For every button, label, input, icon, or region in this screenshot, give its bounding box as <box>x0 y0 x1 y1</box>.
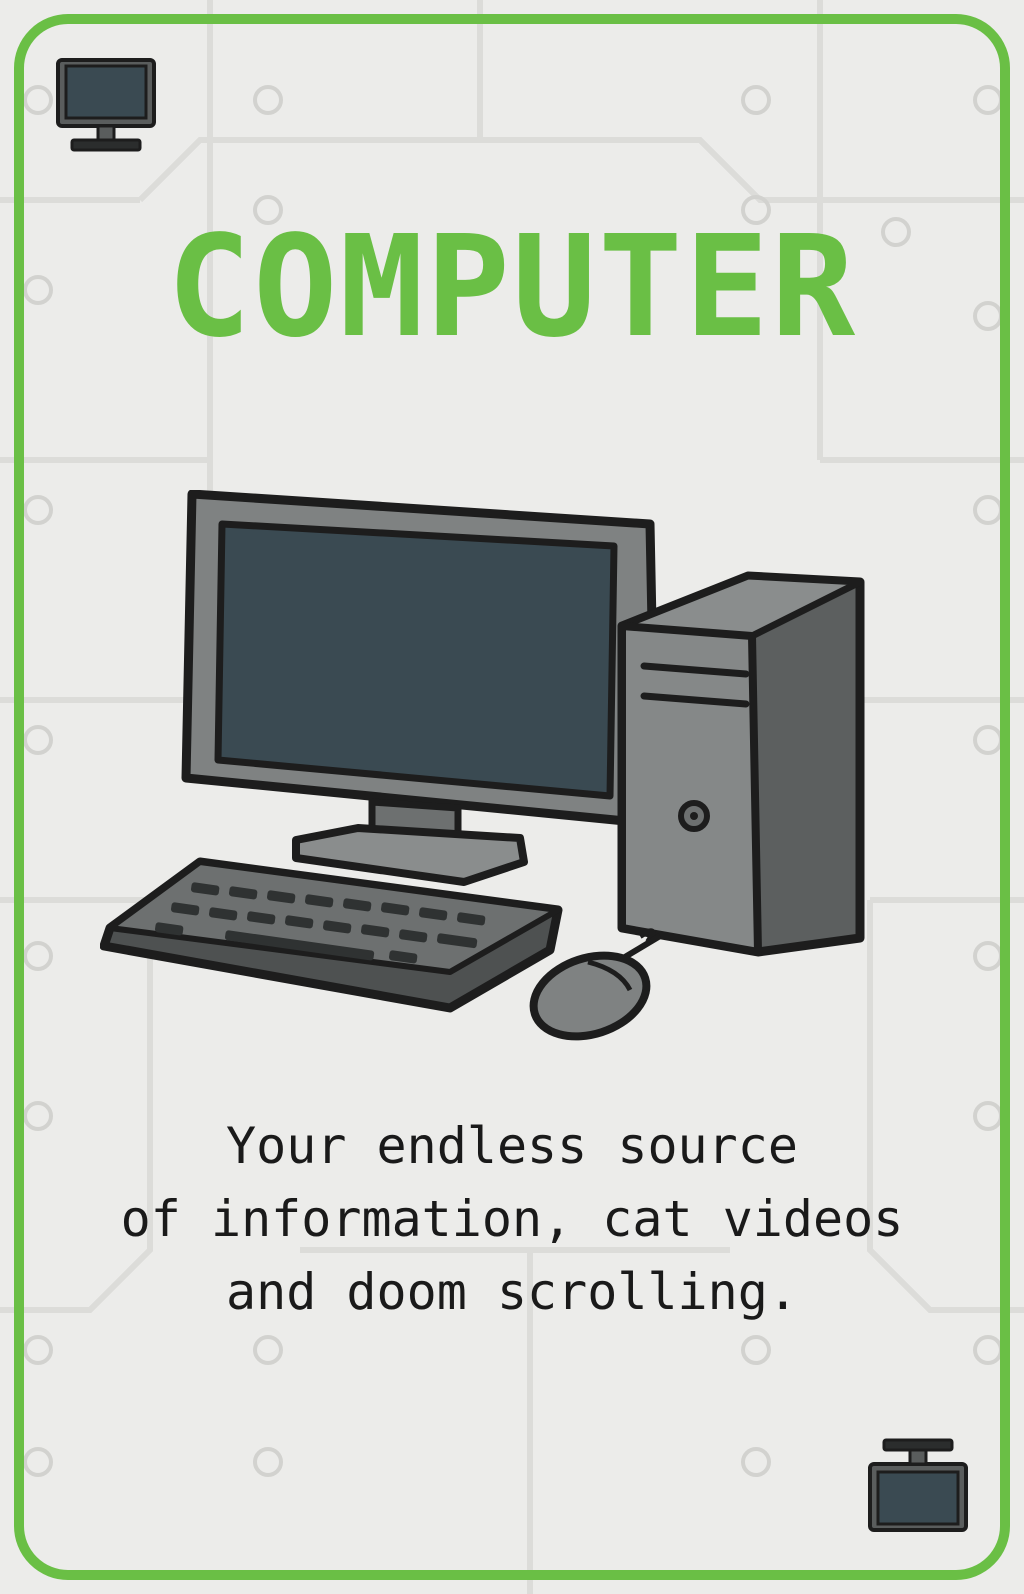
monitor-icon <box>56 58 156 152</box>
description-line: of information, cat videos <box>120 1190 904 1248</box>
monitor-illustration <box>181 490 661 886</box>
pc-tower-illustration <box>617 571 865 957</box>
desktop-computer-illustration <box>100 490 865 1041</box>
description-line: and doom scrolling. <box>226 1263 798 1321</box>
card-title: COMPUTER <box>166 206 858 369</box>
monitor-icon <box>868 1438 968 1532</box>
card-description: Your endless source of information, cat … <box>0 1110 1024 1329</box>
keyboard-illustration <box>100 857 563 1013</box>
description-line: Your endless source <box>226 1117 798 1175</box>
game-card[interactable]: COMPUTER Your endless source of informat… <box>0 0 1024 1594</box>
